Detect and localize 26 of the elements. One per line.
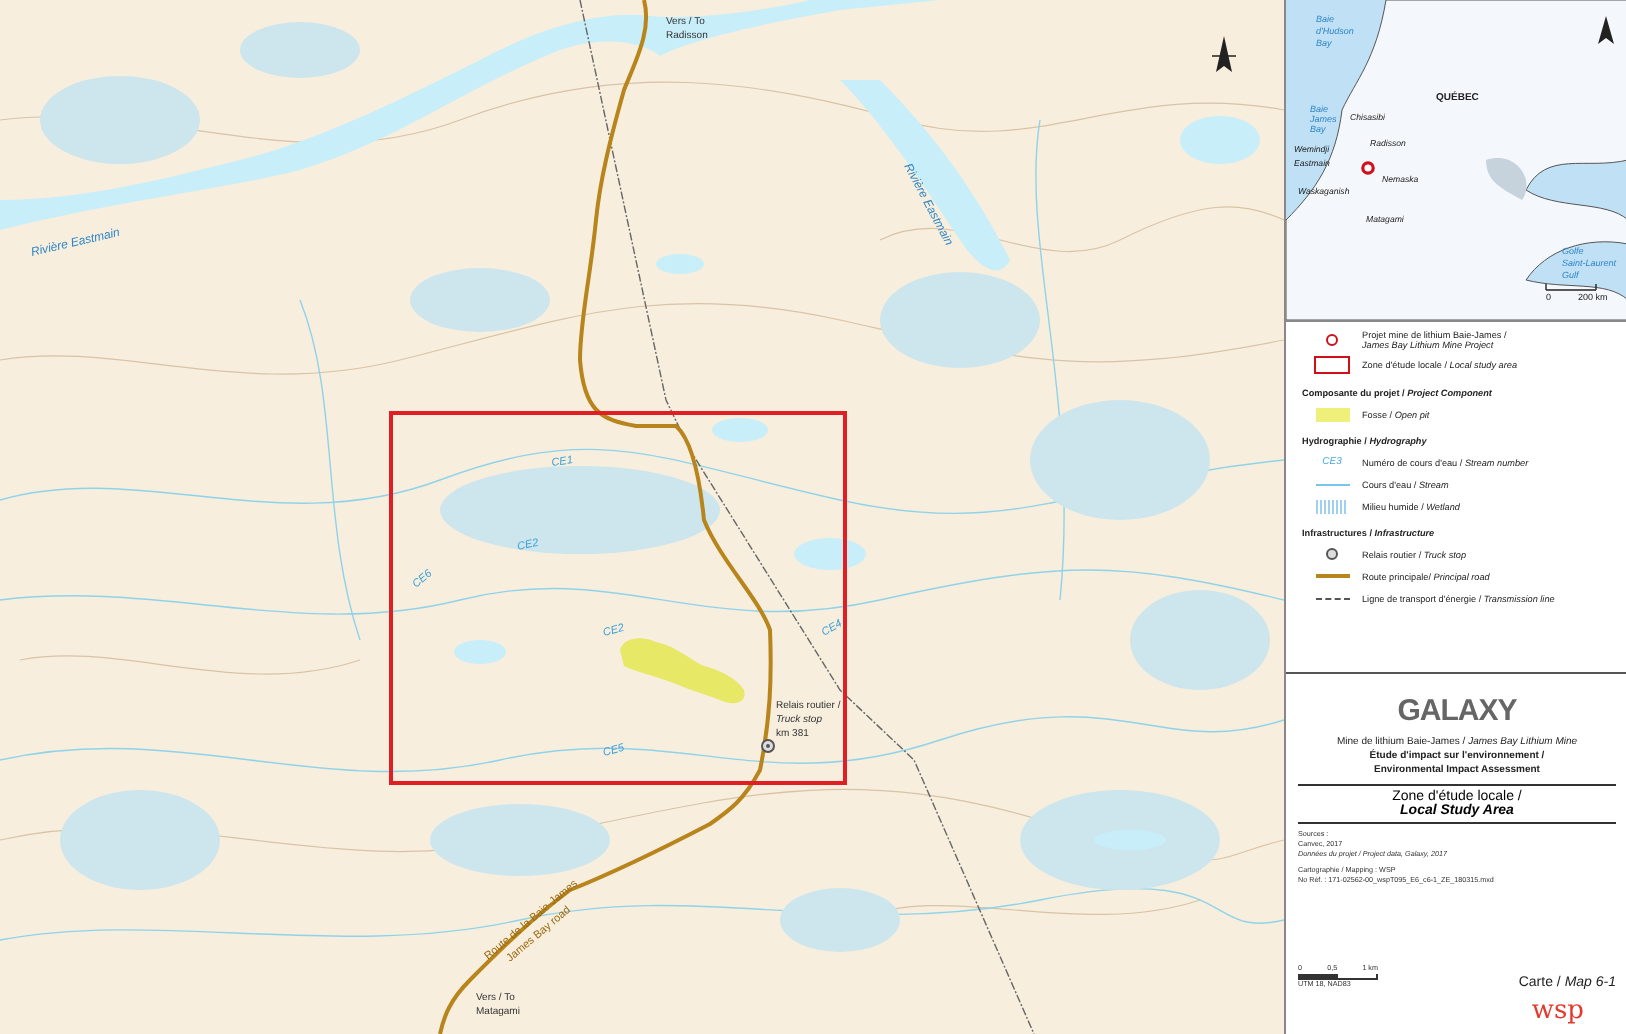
lake [712, 418, 768, 442]
wetland-patch [410, 268, 550, 332]
study-area-swatch [1314, 356, 1350, 374]
road-line-swatch [1315, 574, 1349, 578]
wetland-patch [780, 888, 900, 952]
open-pit-swatch [1315, 407, 1349, 421]
lake [1180, 116, 1260, 164]
project-location-icon [1326, 334, 1338, 346]
lake [656, 254, 704, 274]
stream-line-swatch [1315, 483, 1349, 485]
wetland-patch [1130, 590, 1270, 690]
transmission-line-swatch [1315, 597, 1349, 599]
scale-bar [1298, 974, 1378, 980]
project-location-icon [1361, 161, 1375, 175]
truck-stop-icon [761, 739, 775, 753]
company-logo: GALAXY [1397, 694, 1517, 728]
lake [454, 640, 506, 664]
scale-bar [1545, 283, 1597, 291]
wetland-patch [240, 22, 360, 78]
lake [794, 538, 866, 570]
open-pit-area [620, 638, 745, 704]
wetland-swatch [1316, 499, 1348, 513]
truck-stop-icon [1326, 548, 1338, 560]
north-arrow-icon [1211, 36, 1237, 72]
north-arrow-icon [1598, 16, 1614, 44]
company-logo: wsp [1531, 996, 1584, 1026]
